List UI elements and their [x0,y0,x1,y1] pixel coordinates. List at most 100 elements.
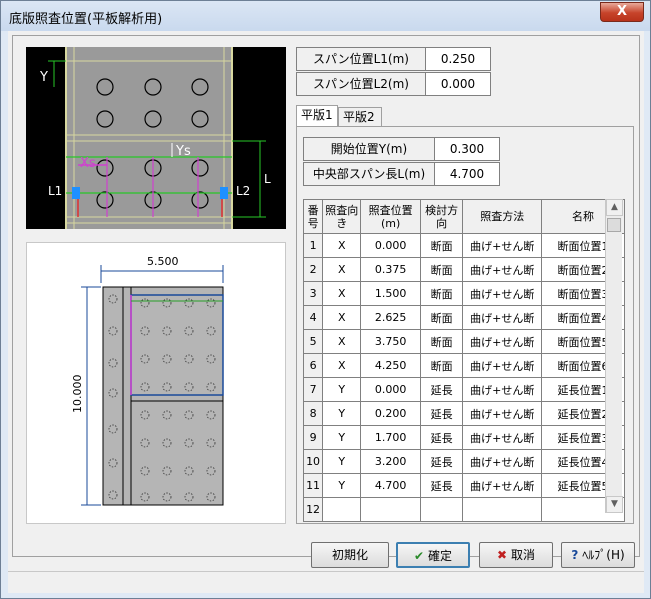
dialog-window: 底版照査位置(平板解析用) X Y Ys Xs L1 L2 L 5.500 10… [0,0,651,599]
cell-check-dir[interactable]: 断面 [419,305,464,330]
cell-dir[interactable]: Y [322,401,362,426]
cell-pos[interactable]: 3.200 [360,449,421,474]
cell-check-dir[interactable]: 断面 [419,281,464,306]
cell-dir[interactable] [322,497,362,522]
cell-pos[interactable]: 1.700 [360,425,421,450]
center-span-input[interactable]: 4.700 [434,162,500,186]
cell-method[interactable]: 曲げ+せん断 [462,425,543,450]
cell-check-dir[interactable]: 延長 [419,425,464,450]
span-l1-label: スパン位置L1(m) [296,47,426,71]
cell-method[interactable]: 曲げ+せん断 [462,353,543,378]
close-button[interactable]: X [600,2,644,22]
init-button[interactable]: 初期化 [311,542,389,568]
cell-check-dir[interactable] [419,497,464,522]
start-y-label: 開始位置Y(m) [303,137,435,161]
cell-method[interactable]: 曲げ+せん断 [462,473,543,498]
row-number: 12 [302,497,324,522]
cell-dir[interactable]: Y [322,473,362,498]
slab-area [66,47,232,229]
row-number: 6 [302,353,324,378]
cell-pos[interactable]: 0.000 [360,377,421,402]
row-number: 1 [302,233,324,258]
header-no: 番号 [302,199,324,234]
plan-view-svg: 5.500 10.000 [71,255,224,506]
table-row[interactable]: 2 X 0.375 断面 曲げ+せん断 断面位置2 [302,257,625,282]
tab-slab-1[interactable]: 平版1 [296,105,338,127]
table-row[interactable]: 6 X 4.250 断面 曲げ+せん断 断面位置6 [302,353,625,378]
help-button[interactable]: ? ﾍﾙﾌﾟ(H) [561,542,635,568]
cell-method[interactable]: 曲げ+せん断 [462,329,543,354]
cancel-button[interactable]: ✖ 取消 [479,542,553,568]
cell-pos[interactable]: 2.625 [360,305,421,330]
table-row[interactable]: 7 Y 0.000 延長 曲げ+せん断 延長位置1 [302,377,625,402]
span-l2-input[interactable]: 0.000 [425,72,491,96]
cell-method[interactable]: 曲げ+せん断 [462,233,543,258]
cell-dir[interactable]: X [322,257,362,282]
cell-method[interactable]: 曲げ+せん断 [462,401,543,426]
table-row[interactable]: 3 X 1.500 断面 曲げ+せん断 断面位置3 [302,281,625,306]
cell-method[interactable]: 曲げ+せん断 [462,449,543,474]
cell-check-dir[interactable]: 断面 [419,329,464,354]
cell-check-dir[interactable]: 延長 [419,377,464,402]
table-row[interactable]: 12 [302,497,625,522]
cell-check-dir[interactable]: 断面 [419,233,464,258]
scroll-down-icon[interactable]: ▼ [606,496,623,513]
y-dimension [48,60,66,87]
cell-pos[interactable]: 4.250 [360,353,421,378]
cell-method[interactable]: 曲げ+せん断 [462,377,543,402]
label-l2: L2 [236,184,250,198]
cell-check-dir[interactable]: 延長 [419,401,464,426]
cell-method[interactable]: 曲げ+せん断 [462,257,543,282]
row-number: 5 [302,329,324,354]
height-dimension-label: 10.000 [71,375,84,414]
cell-dir[interactable]: Y [322,377,362,402]
cross-icon: ✖ [496,548,508,562]
l1-marker [72,187,80,199]
table-row[interactable]: 11 Y 4.700 延長 曲げ+せん断 延長位置5 [302,473,625,498]
cell-dir[interactable]: Y [322,425,362,450]
table-row[interactable]: 9 Y 1.700 延長 曲げ+せん断 延長位置3 [302,425,625,450]
cell-method[interactable] [462,497,543,522]
cell-check-dir[interactable]: 断面 [419,257,464,282]
cell-pos[interactable]: 1.500 [360,281,421,306]
top-view-svg: Y Ys Xs L1 L2 L [39,47,271,229]
scroll-thumb[interactable] [607,218,621,232]
cell-check-dir[interactable]: 断面 [419,353,464,378]
start-y-input[interactable]: 0.300 [434,137,500,161]
ok-button[interactable]: ✔ 確定 [396,542,470,568]
cell-method[interactable]: 曲げ+せん断 [462,305,543,330]
cell-dir[interactable]: X [322,305,362,330]
cell-pos[interactable]: 0.375 [360,257,421,282]
cell-method[interactable]: 曲げ+せん断 [462,281,543,306]
table-row[interactable]: 5 X 3.750 断面 曲げ+せん断 断面位置5 [302,329,625,354]
span-l2-label: スパン位置L2(m) [296,72,426,96]
title-bar[interactable]: 底版照査位置(平板解析用) X [1,1,650,31]
cell-pos[interactable]: 0.000 [360,233,421,258]
table-row[interactable]: 8 Y 0.200 延長 曲げ+せん断 延長位置2 [302,401,625,426]
cell-dir[interactable]: Y [322,449,362,474]
label-xs: Xs [80,156,96,171]
cell-pos[interactable] [360,497,421,522]
cell-check-dir[interactable]: 延長 [419,449,464,474]
cell-pos[interactable]: 0.200 [360,401,421,426]
table-row[interactable]: 1 X 0.000 断面 曲げ+せん断 断面位置1 [302,233,625,258]
table-row[interactable]: 4 X 2.625 断面 曲げ+せん断 断面位置4 [302,305,625,330]
status-bar [8,571,644,593]
cell-dir[interactable]: X [322,353,362,378]
scroll-up-icon[interactable]: ▲ [606,199,623,216]
cell-check-dir[interactable]: 延長 [419,473,464,498]
label-ys: Ys [175,144,191,159]
label-l1: L1 [48,184,62,198]
tab-slab-2[interactable]: 平版2 [338,107,382,127]
row-number: 2 [302,257,324,282]
cell-dir[interactable]: X [322,233,362,258]
span-l1-input[interactable]: 0.250 [425,47,491,71]
cell-dir[interactable]: X [322,329,362,354]
table-row[interactable]: 10 Y 3.200 延長 曲げ+せん断 延長位置4 [302,449,625,474]
cell-dir[interactable]: X [322,281,362,306]
cell-pos[interactable]: 4.700 [360,473,421,498]
cell-pos[interactable]: 3.750 [360,329,421,354]
table-scrollbar[interactable]: ▲ ▼ [605,199,623,513]
help-icon: ? [571,548,579,562]
label-y: Y [39,70,48,85]
